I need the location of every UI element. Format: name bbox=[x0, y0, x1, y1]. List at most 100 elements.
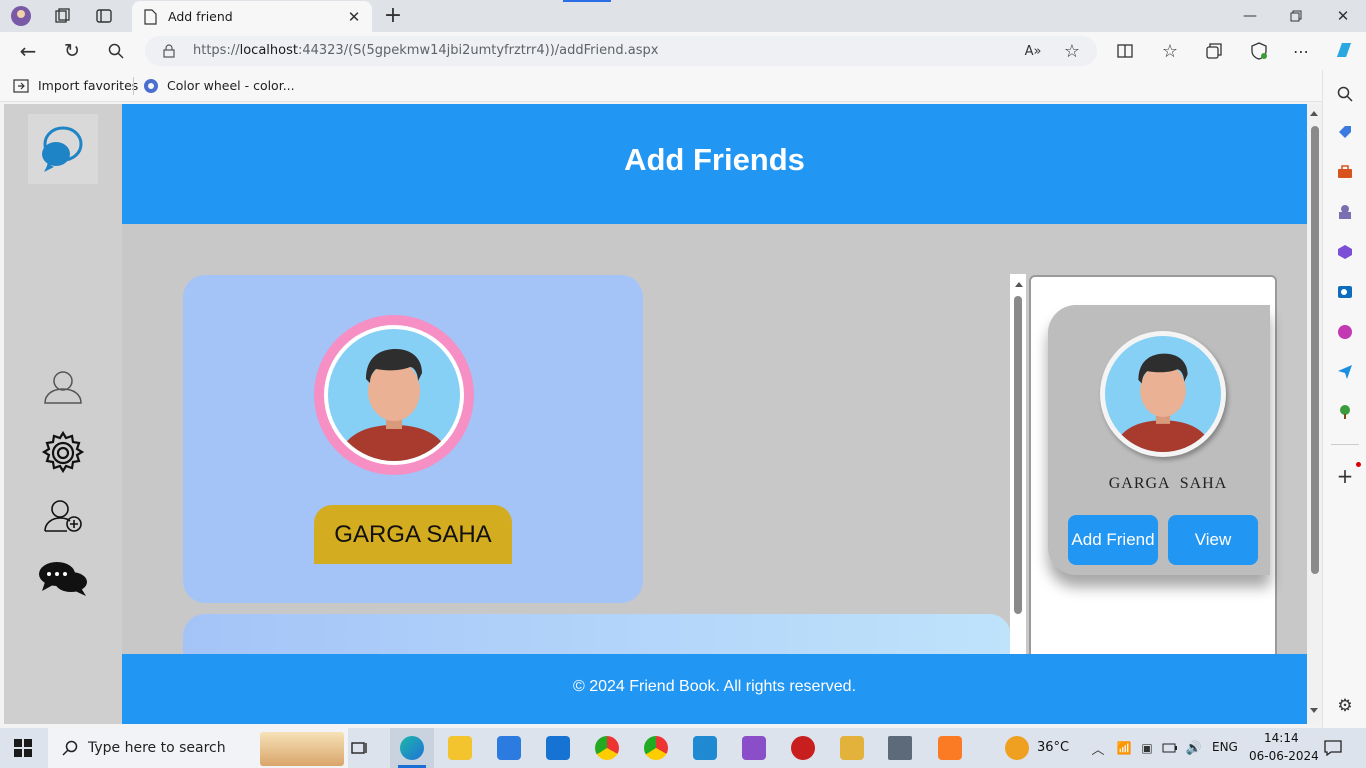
volume-icon[interactable]: 🔊 bbox=[1185, 738, 1203, 758]
favorites-icon[interactable]: ☆ bbox=[1159, 40, 1181, 62]
read-aloud-icon[interactable]: A» bbox=[1023, 42, 1043, 60]
suggestion-name: GARGA SAHA bbox=[1108, 475, 1228, 492]
games-icon[interactable] bbox=[1335, 202, 1355, 222]
send-icon[interactable] bbox=[1335, 362, 1355, 382]
weather-icon[interactable] bbox=[1005, 736, 1029, 760]
network-icon[interactable]: 📶 bbox=[1115, 738, 1133, 758]
box-app-icon[interactable] bbox=[888, 736, 912, 760]
tab-title: Add friend bbox=[168, 9, 233, 24]
notifications-icon[interactable] bbox=[1322, 738, 1344, 758]
chat-messages-icon[interactable] bbox=[36, 559, 90, 599]
divider bbox=[1331, 444, 1359, 445]
battery-icon[interactable] bbox=[1161, 738, 1179, 758]
tab-add-friend[interactable]: Add friend ✕ bbox=[132, 1, 372, 32]
refresh-icon[interactable]: ↻ bbox=[60, 40, 84, 62]
visual-studio-icon[interactable] bbox=[742, 736, 766, 760]
tab-strip-indicator bbox=[563, 0, 611, 2]
page-header: Add Friends bbox=[122, 104, 1307, 224]
split-screen-icon[interactable] bbox=[1114, 41, 1136, 61]
address-bar-row: ← ↻ https://localhost:44323/(S(5gpekmw14… bbox=[0, 32, 1366, 70]
add-user-icon[interactable] bbox=[42, 498, 86, 534]
scroll-up-icon[interactable] bbox=[1310, 111, 1318, 116]
scroll-thumb[interactable] bbox=[1014, 296, 1022, 614]
browser-essentials-icon[interactable] bbox=[1248, 40, 1270, 62]
color-wheel-icon[interactable] bbox=[143, 78, 159, 94]
copilot-icon[interactable] bbox=[1332, 38, 1356, 62]
minimize-icon[interactable]: — bbox=[1240, 6, 1260, 26]
task-view-icon[interactable] bbox=[350, 738, 370, 758]
add-sidebar-icon[interactable]: + bbox=[1335, 464, 1355, 488]
left-nav bbox=[4, 104, 122, 724]
taskbar-search[interactable]: Type here to search bbox=[48, 728, 348, 768]
meet-now-icon[interactable]: ▣ bbox=[1138, 738, 1156, 758]
view-button[interactable]: View bbox=[1168, 515, 1258, 565]
windows-start-icon[interactable] bbox=[12, 738, 34, 758]
more-options-icon[interactable]: ⋯ bbox=[1290, 40, 1312, 62]
close-tab-icon[interactable]: ✕ bbox=[346, 8, 362, 26]
chat-logo-icon[interactable] bbox=[28, 114, 98, 184]
import-icon[interactable] bbox=[12, 77, 30, 95]
show-hidden-icons[interactable]: ︿ bbox=[1090, 738, 1106, 758]
add-friend-button[interactable]: Add Friend bbox=[1068, 515, 1158, 565]
edge-taskbar-icon[interactable] bbox=[390, 728, 434, 768]
page-scrollbar[interactable] bbox=[1307, 104, 1322, 724]
record-icon[interactable] bbox=[791, 736, 815, 760]
tool-app-icon[interactable] bbox=[840, 736, 864, 760]
scroll-down-icon[interactable] bbox=[1310, 708, 1318, 713]
suggestion-avatar bbox=[1100, 331, 1226, 457]
avatar bbox=[314, 315, 474, 475]
outlook-icon[interactable] bbox=[1335, 282, 1355, 302]
page-footer: © 2024 Friend Book. All rights reserved. bbox=[122, 654, 1307, 724]
favorite-star-icon[interactable]: ☆ bbox=[1062, 41, 1082, 62]
suggestion-avatar-image bbox=[1105, 336, 1221, 452]
user-profile-icon[interactable] bbox=[40, 367, 86, 407]
clock-time[interactable]: 14:14 bbox=[1264, 731, 1299, 745]
sidebar-settings-icon[interactable]: ⚙ bbox=[1335, 696, 1355, 716]
language-indicator[interactable]: ENG bbox=[1212, 740, 1238, 754]
designer-icon[interactable] bbox=[1335, 322, 1355, 342]
edge-sidebar: + ⚙ bbox=[1322, 70, 1366, 728]
tab-actions-icon[interactable] bbox=[94, 6, 114, 26]
sidebar-search-icon[interactable] bbox=[1335, 84, 1355, 104]
settings-gear-icon[interactable] bbox=[36, 428, 90, 478]
scroll-thumb[interactable] bbox=[1311, 126, 1319, 574]
page-title: Add Friends bbox=[624, 142, 805, 177]
divider bbox=[133, 77, 134, 95]
avatar-image bbox=[328, 329, 460, 461]
restore-icon[interactable] bbox=[1286, 6, 1306, 26]
url-field[interactable]: https://localhost:44323/(S(5gpekmw14jbi2… bbox=[145, 36, 1097, 66]
file-explorer-icon[interactable] bbox=[448, 736, 472, 760]
favorite-color-wheel[interactable]: Color wheel - color... bbox=[167, 78, 295, 93]
lock-icon[interactable] bbox=[161, 43, 177, 59]
tree-icon[interactable] bbox=[1335, 402, 1355, 422]
favorites-bar: Import favorites Color wheel - color... bbox=[0, 70, 1366, 102]
chrome-icon[interactable] bbox=[644, 736, 668, 760]
new-tab-icon[interactable]: + bbox=[382, 3, 404, 28]
chrome-profile-icon[interactable] bbox=[595, 736, 619, 760]
search-placeholder: Type here to search bbox=[88, 740, 226, 756]
clock-date[interactable]: 06-06-2024 bbox=[1249, 749, 1319, 763]
search-highlight-image bbox=[260, 732, 344, 766]
page-viewport: Add Friends GARGA SAHA GARGA SAHA Add Fr… bbox=[4, 104, 1322, 724]
workspaces-icon[interactable] bbox=[52, 6, 72, 26]
microsoft365-icon[interactable] bbox=[1335, 242, 1355, 262]
xampp-icon[interactable] bbox=[938, 736, 962, 760]
scroll-up-icon[interactable] bbox=[1015, 282, 1023, 287]
back-icon[interactable]: ← bbox=[16, 39, 40, 63]
browser-tab-bar: Add friend ✕ + — ✕ bbox=[0, 0, 1366, 32]
taskbar: Type here to search 36°C ︿ 📶 ▣ 🔊 ENG 14:… bbox=[0, 728, 1366, 768]
search-icon[interactable] bbox=[105, 40, 127, 62]
friend-card: GARGA SAHA bbox=[183, 275, 643, 603]
favorite-import[interactable]: Import favorites bbox=[38, 78, 138, 93]
profile-icon[interactable] bbox=[8, 4, 34, 28]
footer-text: © 2024 Friend Book. All rights reserved. bbox=[572, 678, 857, 695]
collections-icon[interactable] bbox=[1203, 41, 1225, 61]
weather-temp[interactable]: 36°C bbox=[1037, 740, 1069, 755]
vscode-icon[interactable] bbox=[693, 736, 717, 760]
tools-icon[interactable] bbox=[1335, 162, 1355, 182]
page-icon bbox=[142, 8, 158, 26]
store-icon[interactable] bbox=[497, 736, 521, 760]
shopping-tag-icon[interactable] bbox=[1335, 122, 1355, 142]
mail-icon[interactable] bbox=[546, 736, 570, 760]
close-window-icon[interactable]: ✕ bbox=[1333, 6, 1353, 26]
